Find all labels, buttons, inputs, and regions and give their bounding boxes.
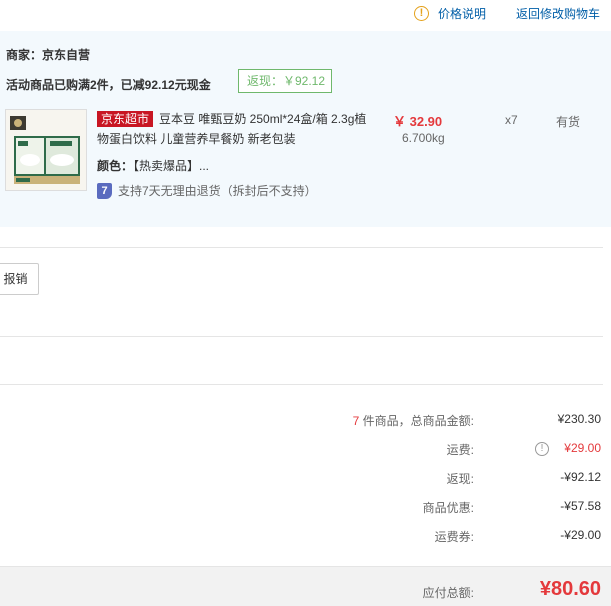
seven-day-return-icon: 7 [97,182,112,199]
summary-shipping-row: 运费: ! ¥29.00 [0,441,611,461]
rebate-label: 返现: [446,472,474,486]
discount-value: -¥57.58 [560,499,601,513]
exclamation-circle-icon: ! [414,6,429,21]
info-circle-icon[interactable]: ! [535,442,549,456]
soymilk-box-image [6,110,86,190]
item-total-value: ¥230.30 [557,412,601,426]
total-value: ¥80.60 [539,578,601,600]
return-policy-row: 7 支持7天无理由退货（拆封后不支持） [97,182,317,199]
product-title-block[interactable]: 京东超市 豆本豆 唯甄豆奶 250ml*24盒/箱 2.3g植物蛋白饮料 儿童营养… [97,109,367,149]
total-label: 应付总额: [422,586,474,600]
price-info-label: 价格说明 [438,7,487,21]
summary-coupon-row: 运费券: -¥29.00 [0,528,611,548]
coupon-label: 运费券: [434,530,474,544]
divider [0,336,603,337]
shipping-value: ¥29.00 [564,441,601,455]
top-bar: ! 价格说明 返回修改购物车 [0,0,611,28]
return-policy-text: 支持7天无理由退货（拆封后不支持） [118,184,317,198]
summary-item-total-row: 7 件商品，总商品金额: ¥230.30 [0,412,611,432]
total-bar: 应付总额: ¥80.60 [0,566,611,606]
product-price: ￥ 32.90 [393,114,443,129]
coupon-value: -¥29.00 [560,528,601,542]
item-total-label: 7 件商品，总商品金额: [353,412,474,429]
report-button[interactable]: 报销 [0,263,39,295]
shipping-label: 运费: [446,443,474,457]
color-value: 【热卖爆品】... [133,159,210,173]
stock-status: 有货 [556,115,581,129]
item-count-suffix: 件商品，总商品金额: [359,414,474,428]
color-label: 颜色： [97,159,134,173]
product-quantity: x7 [505,113,518,127]
rebate-badge: 返现：￥92.12 [238,69,332,93]
divider [0,384,603,385]
color-row: 颜色：【热卖爆品】... [97,157,209,174]
product-weight: 6.700kg [402,131,445,145]
back-to-cart-link[interactable]: 返回修改购物车 [516,5,600,22]
divider [0,247,603,248]
jd-supermarket-badge: 京东超市 [97,111,154,127]
shop-block: 商家：京东自营 活动商品已购满2件，已减92.12元现金 返现：￥92.12 京… [0,31,611,227]
summary-discount-row: 商品优惠: -¥57.58 [0,499,611,519]
discount-label: 商品优惠: [422,501,474,515]
promo-text: 活动商品已购满2件，已减92.12元现金 [6,78,211,92]
product-image[interactable] [5,109,87,191]
rebate-value: -¥92.12 [560,470,601,484]
merchant-label: 商家：京东自营 [6,48,91,62]
price-info-link[interactable]: ! 价格说明 [414,5,486,22]
summary-rebate-row: 返现: -¥92.12 [0,470,611,490]
